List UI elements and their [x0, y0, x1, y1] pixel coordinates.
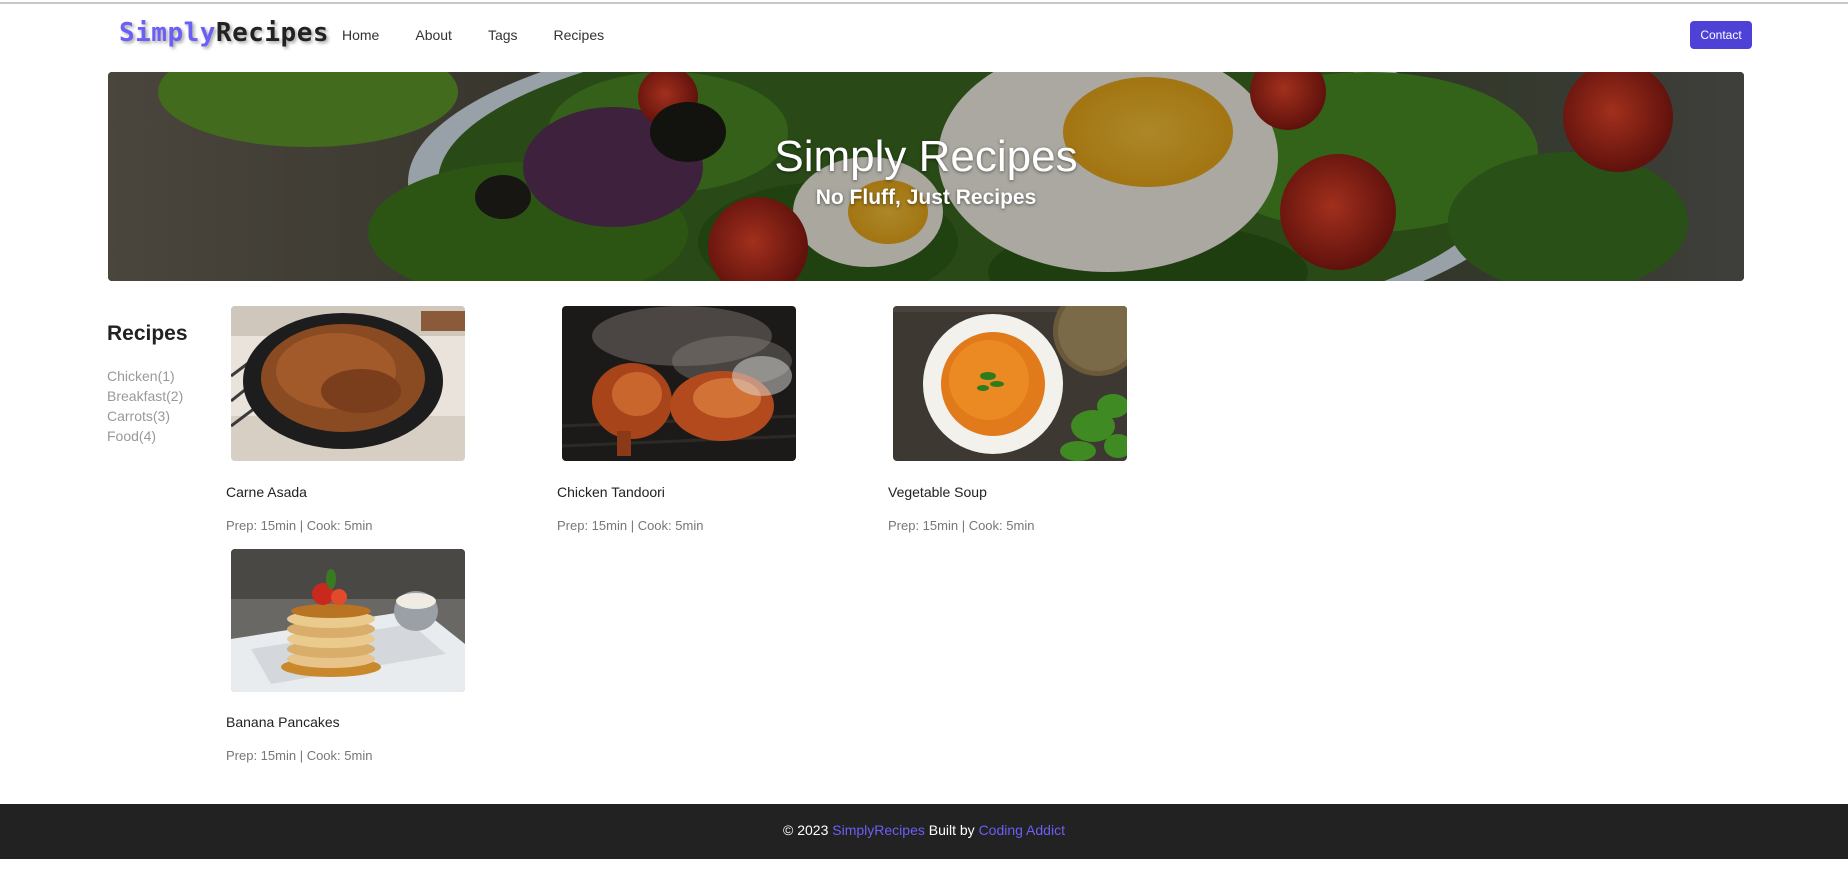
tag-item-chicken[interactable]: Chicken(1) [107, 366, 183, 386]
footer-author-link[interactable]: Coding Addict [979, 822, 1065, 838]
hero-banner: Simply Recipes No Fluff, Just Recipes [108, 72, 1744, 281]
recipe-name[interactable]: Carne Asada [226, 484, 307, 500]
recipe-name[interactable]: Banana Pancakes [226, 714, 340, 730]
hero-title: Simply Recipes [774, 132, 1078, 181]
tag-item-breakfast[interactable]: Breakfast(2) [107, 386, 183, 406]
sidebar-title: Recipes [107, 322, 188, 345]
recipe-image-vegetable-soup[interactable] [893, 306, 1127, 461]
recipe-image-chicken-tandoori[interactable] [562, 306, 796, 461]
recipe-image-carne-asada[interactable] [231, 306, 465, 461]
recipe-meta: Prep: 15min | Cook: 5min [557, 518, 704, 533]
footer-brand-link[interactable]: SimplyRecipes [832, 822, 925, 838]
tag-list: Chicken(1) Breakfast(2) Carrots(3) Food(… [107, 366, 183, 446]
footer-text: © 2023 SimplyRecipes Built by Coding Add… [0, 822, 1848, 838]
nav-link-tags[interactable]: Tags [488, 27, 518, 43]
hero-subtitle: No Fluff, Just Recipes [815, 186, 1037, 209]
nav-links: Home About Tags Recipes [342, 27, 640, 43]
nav-link-recipes[interactable]: Recipes [554, 27, 605, 43]
contact-button[interactable]: Contact [1690, 21, 1752, 49]
tag-item-carrots[interactable]: Carrots(3) [107, 406, 183, 426]
nav-link-home[interactable]: Home [342, 27, 379, 43]
recipe-name[interactable]: Chicken Tandoori [557, 484, 665, 500]
tag-item-food[interactable]: Food(4) [107, 426, 183, 446]
recipe-name[interactable]: Vegetable Soup [888, 484, 987, 500]
recipe-image-banana-pancakes[interactable] [231, 549, 465, 692]
page-footer: © 2023 SimplyRecipes Built by Coding Add… [0, 804, 1848, 859]
recipe-meta: Prep: 15min | Cook: 5min [888, 518, 1035, 533]
logo-part-recipes: Recipes [215, 18, 329, 48]
logo-part-simply: Simply [119, 18, 216, 48]
nav-link-about[interactable]: About [415, 27, 452, 43]
recipe-meta: Prep: 15min | Cook: 5min [226, 748, 373, 763]
site-logo[interactable]: SimplyRecipes [119, 18, 329, 48]
navbar: SimplyRecipes Home About Tags Recipes Co… [0, 4, 1848, 66]
footer-copyright: © 2023 [783, 822, 829, 838]
footer-built-by: Built by [928, 822, 975, 838]
recipe-meta: Prep: 15min | Cook: 5min [226, 518, 373, 533]
